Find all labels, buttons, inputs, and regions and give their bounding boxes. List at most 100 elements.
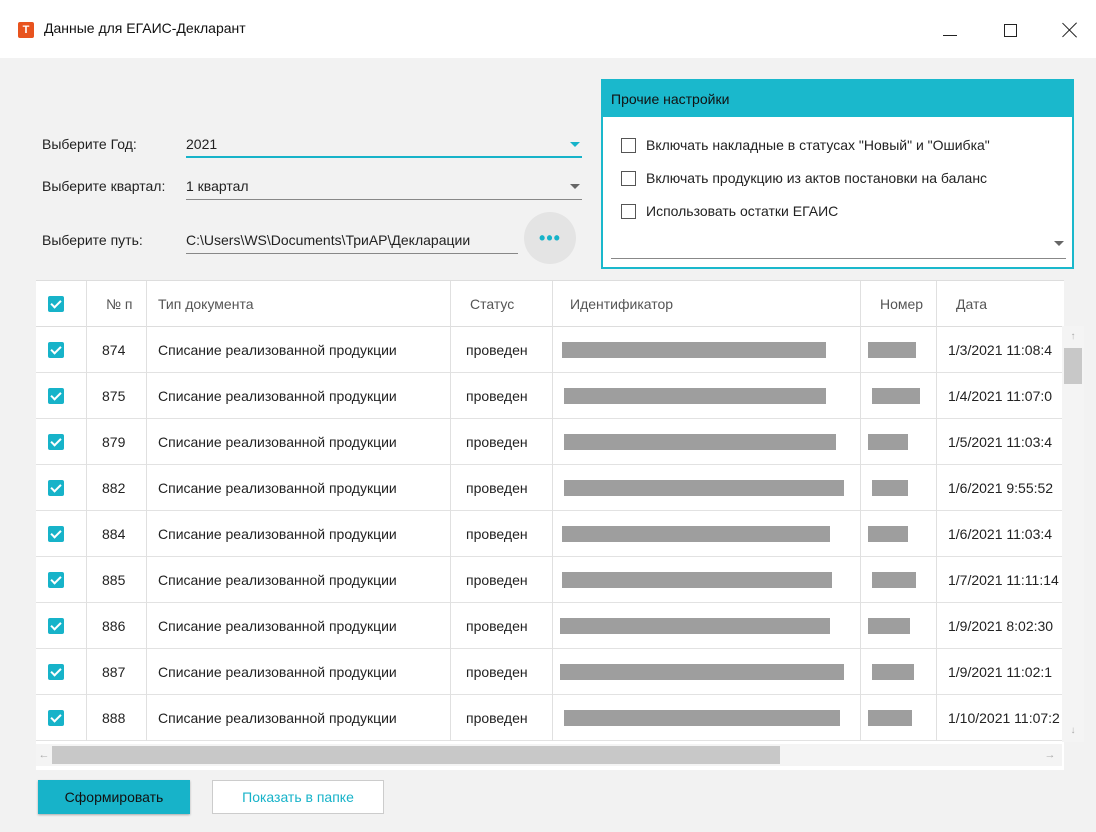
browse-path-button[interactable]: ••• [524, 212, 576, 264]
table-row[interactable]: 875 Списание реализованной продукции прове… [36, 373, 1064, 419]
cell-date: 1/10/2021 11:07:2 [948, 710, 1060, 726]
year-value: 2021 [186, 136, 218, 152]
cell-doc-type: Списание реализованной продукции [158, 664, 397, 680]
path-value: C:\Users\WS\Documents\ТриАР\Декларации [186, 232, 471, 248]
table-body: 874 Списание реализованной продукции прове… [36, 327, 1064, 741]
row-checkbox[interactable] [48, 388, 64, 404]
cell-status: проведен [466, 572, 528, 588]
redacted-identifier [564, 434, 836, 450]
cell-number: 882 [102, 480, 126, 496]
row-checkbox[interactable] [48, 618, 64, 634]
row-checkbox[interactable] [48, 664, 64, 680]
cell-doc-type: Списание реализованной продукции [158, 618, 397, 634]
col-header-doc-type[interactable]: Тип документа [158, 281, 448, 327]
redacted-doc-number [868, 434, 908, 450]
row-checkbox[interactable] [48, 434, 64, 450]
cell-status: проведен [466, 526, 528, 542]
scroll-down-icon[interactable]: ↓ [1062, 724, 1084, 738]
path-label: Выберите путь: [42, 232, 143, 248]
table-row[interactable]: 882 Списание реализованной продукции прове… [36, 465, 1064, 511]
horizontal-scrollbar[interactable]: ← → [36, 744, 1062, 766]
option-use-egais-stock[interactable]: Использовать остатки ЕГАИС [621, 201, 838, 221]
horizontal-scroll-thumb[interactable] [52, 746, 780, 764]
cell-doc-type: Списание реализованной продукции [158, 526, 397, 542]
cell-status: проведен [466, 342, 528, 358]
table-row[interactable]: 879 Списание реализованной продукции прове… [36, 419, 1064, 465]
checkbox-icon[interactable] [621, 170, 636, 186]
row-checkbox[interactable] [48, 710, 64, 726]
minimize-button[interactable] [930, 12, 970, 48]
column-divider [450, 281, 451, 741]
redacted-identifier [564, 480, 844, 496]
redacted-doc-number [868, 618, 910, 634]
vertical-scroll-thumb[interactable] [1064, 348, 1082, 384]
quarter-select[interactable]: 1 квартал [186, 172, 582, 200]
column-divider [936, 281, 937, 741]
redacted-doc-number [868, 526, 908, 542]
col-header-identifier[interactable]: Идентификатор [570, 281, 850, 327]
col-header-status[interactable]: Статус [470, 281, 560, 327]
redacted-identifier [562, 572, 832, 588]
select-all-checkbox[interactable] [48, 296, 64, 312]
documents-table: № п Тип документа Статус Идентификатор Н… [36, 280, 1064, 770]
settings-select[interactable] [611, 257, 1066, 259]
col-header-doc-number[interactable]: Номер [880, 281, 940, 327]
year-label: Выберите Год: [42, 136, 137, 152]
table-row[interactable]: 888 Списание реализованной продукции прове… [36, 695, 1064, 741]
cell-doc-type: Списание реализованной продукции [158, 710, 397, 726]
col-header-number[interactable]: № п [106, 281, 150, 327]
column-divider [552, 281, 553, 741]
column-divider [86, 281, 87, 741]
maximize-icon [1003, 23, 1017, 37]
generate-button[interactable]: Сформировать [38, 780, 190, 814]
cell-doc-type: Списание реализованной продукции [158, 572, 397, 588]
minimize-icon [943, 34, 957, 36]
vertical-scrollbar[interactable]: ↑ ↓ [1062, 326, 1084, 742]
scroll-right-icon[interactable]: → [1042, 744, 1058, 766]
cell-doc-type: Списание реализованной продукции [158, 388, 397, 404]
row-checkbox[interactable] [48, 480, 64, 496]
cell-status: проведен [466, 664, 528, 680]
close-button[interactable] [1050, 12, 1090, 48]
cell-number: 888 [102, 710, 126, 726]
more-dots-icon: ••• [539, 227, 561, 248]
checkbox-icon[interactable] [621, 203, 636, 219]
table-row[interactable]: 885 Списание реализованной продукции прове… [36, 557, 1064, 603]
column-divider [146, 281, 147, 741]
cell-number: 886 [102, 618, 126, 634]
maximize-button[interactable] [990, 12, 1030, 48]
cell-date: 1/4/2021 11:07:0 [948, 388, 1053, 404]
row-checkbox[interactable] [48, 342, 64, 358]
table-row[interactable]: 886 Списание реализованной продукции прове… [36, 603, 1064, 649]
close-icon [1062, 22, 1078, 38]
scroll-up-icon[interactable]: ↑ [1062, 330, 1084, 344]
redacted-doc-number [872, 480, 908, 496]
table-row[interactable]: 874 Списание реализованной продукции прове… [36, 327, 1064, 373]
checkbox-icon[interactable] [621, 137, 636, 153]
row-checkbox[interactable] [48, 526, 64, 542]
show-in-folder-button[interactable]: Показать в папке [212, 780, 384, 814]
table-row[interactable]: 887 Списание реализованной продукции прове… [36, 649, 1064, 695]
table-header: № п Тип документа Статус Идентификатор Н… [36, 281, 1064, 327]
option-include-balance-acts[interactable]: Включать продукцию из актов постановки н… [621, 168, 987, 188]
redacted-doc-number [868, 342, 916, 358]
cell-number: 885 [102, 572, 126, 588]
scroll-left-icon[interactable]: ← [36, 744, 52, 766]
path-input[interactable]: C:\Users\WS\Documents\ТриАР\Декларации [186, 226, 518, 254]
cell-doc-type: Списание реализованной продукции [158, 434, 397, 450]
option-include-invoices[interactable]: Включать накладные в статусах "Новый" и … [621, 135, 990, 155]
option-label: Использовать остатки ЕГАИС [646, 203, 839, 219]
table-row[interactable]: 884 Списание реализованной продукции прове… [36, 511, 1064, 557]
year-select[interactable]: 2021 [186, 130, 582, 158]
redacted-doc-number [872, 572, 916, 588]
cell-status: проведен [466, 388, 528, 404]
col-header-date[interactable]: Дата [956, 281, 1056, 327]
cell-date: 1/9/2021 8:02:30 [948, 618, 1054, 634]
cell-doc-type: Списание реализованной продукции [158, 480, 397, 496]
chevron-down-icon[interactable] [1054, 241, 1064, 246]
row-checkbox[interactable] [48, 572, 64, 588]
cell-number: 887 [102, 664, 126, 680]
cell-date: 1/6/2021 11:03:4 [948, 526, 1053, 542]
cell-status: проведен [466, 434, 528, 450]
cell-date: 1/6/2021 9:55:52 [948, 480, 1054, 496]
